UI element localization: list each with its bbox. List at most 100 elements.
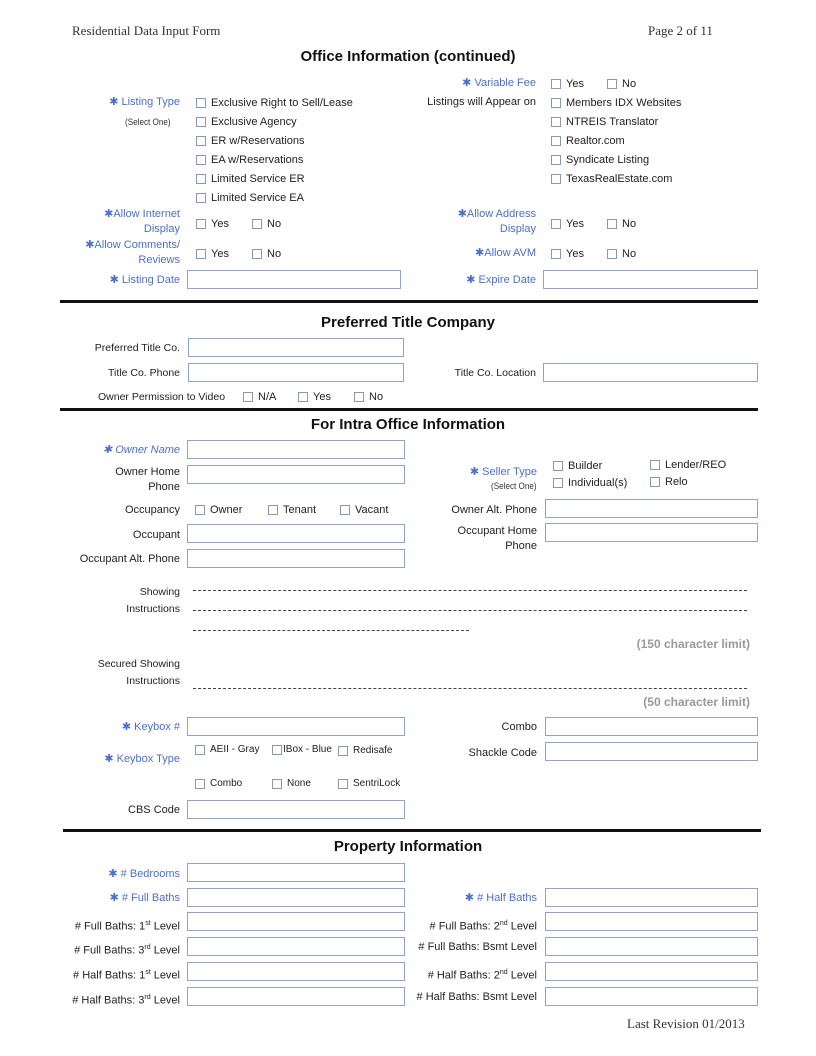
listing-type-option[interactable]: Exclusive Right to Sell/Lease xyxy=(196,97,353,109)
listing-type-option[interactable]: EA w/Reservations xyxy=(196,154,303,166)
full-baths-input[interactable] xyxy=(187,888,405,907)
bedrooms-input[interactable] xyxy=(187,863,405,882)
checkbox-icon xyxy=(272,778,282,789)
occupant-input[interactable] xyxy=(187,524,405,543)
secured-showing-line[interactable] xyxy=(193,688,747,689)
label-text: # Full Baths: 1 xyxy=(74,920,146,933)
listing-type-option[interactable]: Limited Service ER xyxy=(196,173,305,185)
seller-type-sub: (Select One) xyxy=(491,481,537,491)
keybox-type-option[interactable]: AEII - Gray xyxy=(195,744,259,755)
keybox-num-input[interactable] xyxy=(187,717,405,736)
seller-type-individual[interactable]: Individual(s) xyxy=(553,477,627,489)
seller-type-lender[interactable]: Lender/REO xyxy=(650,459,726,471)
listings-appear-option[interactable]: NTREIS Translator xyxy=(551,116,658,128)
showing-label: Showing xyxy=(140,585,180,600)
option-label: Limited Service EA xyxy=(211,192,304,204)
occupancy-vacant[interactable]: Vacant xyxy=(340,504,388,516)
option-label: SentriLock xyxy=(353,778,401,789)
occupant-label: Occupant xyxy=(132,529,180,541)
option-label: Limited Service ER xyxy=(211,173,305,185)
video-yes[interactable]: Yes xyxy=(298,391,331,403)
option-label: Combo xyxy=(210,778,243,789)
keybox-type-option[interactable]: Redisafe xyxy=(338,745,392,756)
keybox-type-option[interactable]: SentriLock xyxy=(338,778,400,789)
half-baths-2nd-input[interactable] xyxy=(545,962,758,981)
label-text: Level xyxy=(150,994,180,1007)
full-baths-3rd-input[interactable] xyxy=(187,937,405,956)
keybox-type-option[interactable]: None xyxy=(272,778,311,789)
allow-internet-no[interactable]: No xyxy=(252,218,281,230)
checkbox-icon xyxy=(196,98,206,108)
label-text: Level xyxy=(507,969,537,982)
showing-label-2: Instructions xyxy=(126,602,180,617)
occupant-home-phone-input[interactable] xyxy=(545,523,758,542)
seller-type-builder[interactable]: Builder xyxy=(553,460,602,472)
variable-fee-no[interactable]: No xyxy=(607,78,636,90)
listings-appear-option[interactable]: Syndicate Listing xyxy=(551,154,649,166)
listing-type-option[interactable]: Limited Service EA xyxy=(196,192,304,204)
expire-date-input[interactable] xyxy=(543,270,758,289)
listings-appear-option[interactable]: Members IDX Websites xyxy=(551,97,681,109)
allow-comments-no[interactable]: No xyxy=(252,248,281,260)
allow-address-yes[interactable]: Yes xyxy=(551,218,584,230)
checkbox-icon xyxy=(650,477,660,487)
showing-limit: (150 character limit) xyxy=(636,637,750,651)
occupancy-tenant[interactable]: Tenant xyxy=(268,504,316,516)
allow-internet-yes[interactable]: Yes xyxy=(196,218,229,230)
listing-date-input[interactable] xyxy=(187,270,401,289)
cbs-code-label: CBS Code xyxy=(128,804,180,816)
title-phone-input[interactable] xyxy=(188,363,404,382)
listing-date-label: ✱ Listing Date xyxy=(109,274,180,286)
allow-address-no[interactable]: No xyxy=(607,218,636,230)
half-baths-3rd-label: # Half Baths: 3rd Level xyxy=(72,990,180,1009)
occupant-alt-phone-label: Occupant Alt. Phone xyxy=(79,553,180,565)
full-baths-3rd-label: # Full Baths: 3rd Level xyxy=(74,940,180,959)
label-line: Phone xyxy=(148,481,180,493)
checkbox-icon xyxy=(243,392,253,402)
full-baths-bsmt-label: # Full Baths: Bsmt Level xyxy=(418,941,537,953)
seller-type-relo[interactable]: Relo xyxy=(650,476,688,488)
expire-date-label: ✱ Expire Date xyxy=(466,274,536,286)
option-label: IBox - Blue xyxy=(283,744,332,755)
video-no[interactable]: No xyxy=(354,391,383,403)
allow-comments-yes[interactable]: Yes xyxy=(196,248,229,260)
full-baths-1st-input[interactable] xyxy=(187,912,405,931)
showing-line-1[interactable] xyxy=(193,590,747,591)
preferred-title-input[interactable] xyxy=(188,338,404,357)
full-baths-bsmt-input[interactable] xyxy=(545,937,758,956)
showing-line-3[interactable] xyxy=(193,630,469,631)
cbs-code-input[interactable] xyxy=(187,800,405,819)
listings-appear-option[interactable]: TexasRealEstate.com xyxy=(551,173,672,185)
half-baths-3rd-input[interactable] xyxy=(187,987,405,1006)
allow-avm-no[interactable]: No xyxy=(607,248,636,260)
variable-fee-yes[interactable]: Yes xyxy=(551,78,584,90)
shackle-code-input[interactable] xyxy=(545,742,758,761)
keybox-type-option[interactable]: Combo xyxy=(195,778,242,789)
owner-home-phone-input[interactable] xyxy=(187,465,405,484)
owner-alt-phone-input[interactable] xyxy=(545,499,758,518)
listings-appear-option[interactable]: Realtor.com xyxy=(551,135,625,147)
owner-name-input[interactable] xyxy=(187,440,405,459)
occupancy-owner[interactable]: Owner xyxy=(195,504,242,516)
full-baths-label: ✱ # Full Baths xyxy=(109,892,180,904)
occupant-alt-phone-input[interactable] xyxy=(187,549,405,568)
option-label: Yes xyxy=(566,78,584,90)
full-baths-2nd-input[interactable] xyxy=(545,912,758,931)
checkbox-icon xyxy=(551,219,561,229)
option-label: NTREIS Translator xyxy=(566,116,659,128)
checkbox-icon xyxy=(607,219,617,229)
title-location-input[interactable] xyxy=(543,363,758,382)
combo-input[interactable] xyxy=(545,717,758,736)
video-na[interactable]: N/A xyxy=(243,391,276,403)
keybox-type-option[interactable]: IBox - Blue xyxy=(272,744,332,755)
allow-avm-yes[interactable]: Yes xyxy=(551,248,584,260)
half-baths-bsmt-input[interactable] xyxy=(545,987,758,1006)
page-number: Page 2 of 11 xyxy=(648,23,713,38)
listing-type-option[interactable]: ER w/Reservations xyxy=(196,135,305,147)
checkbox-icon xyxy=(195,778,205,789)
secured-showing-limit: (50 character limit) xyxy=(643,695,750,709)
showing-line-2[interactable] xyxy=(193,610,747,611)
half-baths-1st-input[interactable] xyxy=(187,962,405,981)
half-baths-input[interactable] xyxy=(545,888,758,907)
listing-type-option[interactable]: Exclusive Agency xyxy=(196,116,297,128)
